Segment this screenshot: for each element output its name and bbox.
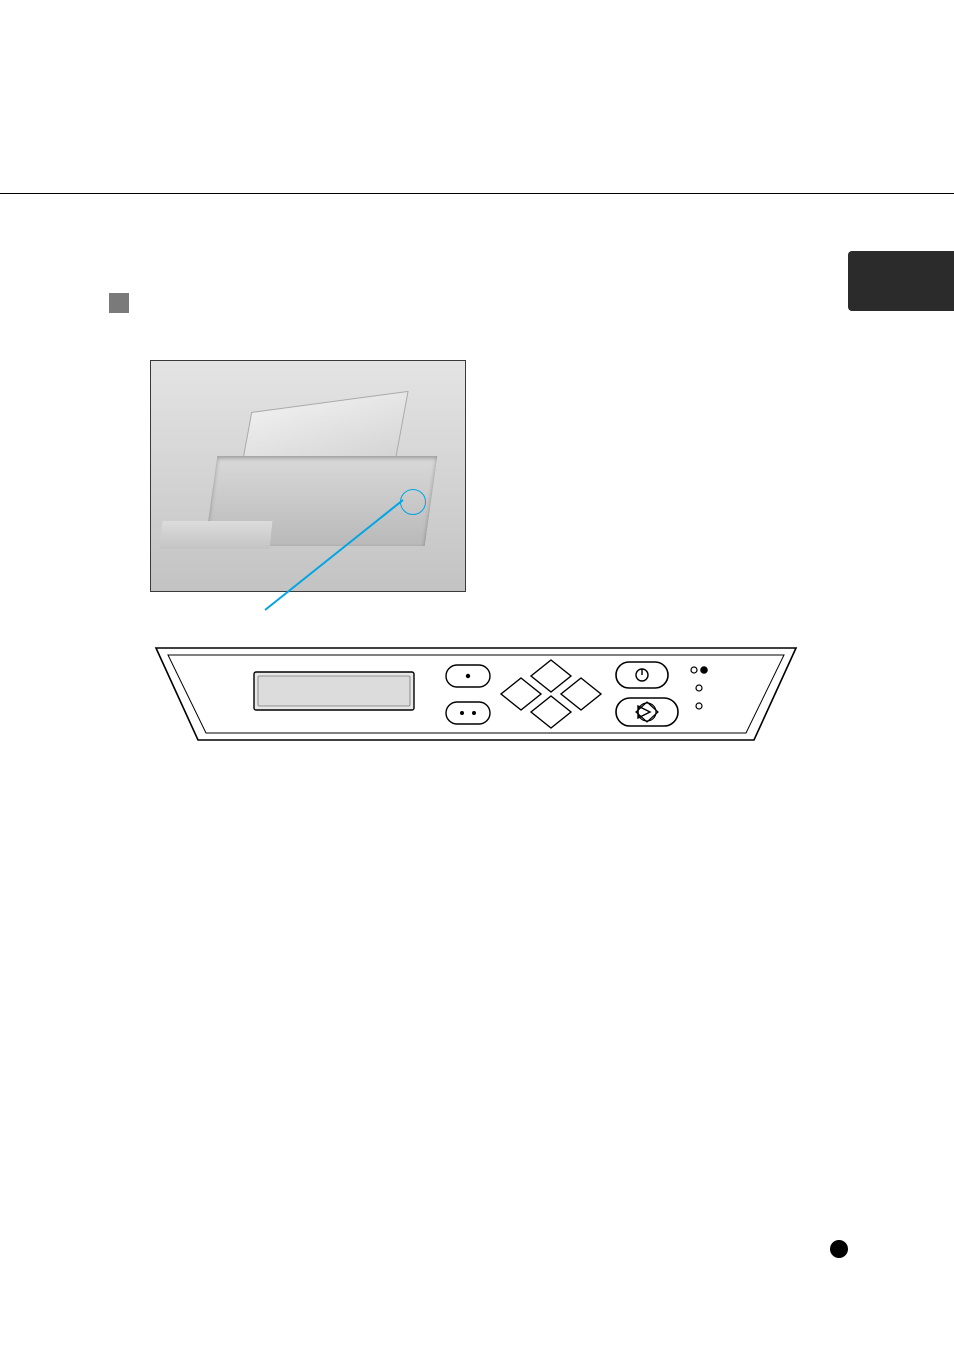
callout-circle-icon xyxy=(400,489,426,515)
function-button-top xyxy=(446,665,490,687)
scanner-output-tray xyxy=(160,521,273,549)
stop-button xyxy=(616,662,668,688)
start-button xyxy=(616,698,678,726)
page-marker-dot xyxy=(830,1240,848,1258)
function-button-bottom xyxy=(446,702,490,724)
chapter-tab xyxy=(848,251,954,311)
section-bullet xyxy=(109,293,129,313)
top-rule xyxy=(0,193,954,194)
scanner-photo xyxy=(150,360,466,592)
operator-panel-illustration xyxy=(146,640,806,750)
